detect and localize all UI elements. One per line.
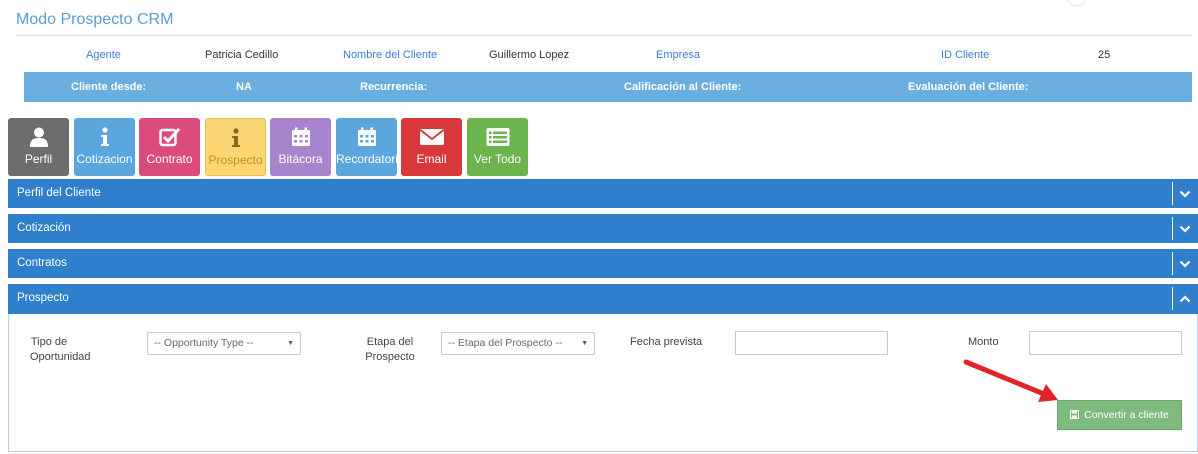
client-name-label: Nombre del Cliente [343,49,438,61]
accordion-title: Contratos [17,257,67,269]
accordion-perfil-del-cliente[interactable]: Perfil del Cliente [8,179,1198,208]
tile-recordatorio-label: Recordatorio [336,152,397,166]
tile-perfil-label: Perfil [24,152,53,166]
client-id-label: ID Cliente [941,49,990,61]
chevron-up-icon[interactable] [1179,293,1191,305]
tile-email-label: Email [416,152,447,166]
calendar-icon [336,126,397,148]
accordion-separator [1172,182,1173,205]
client-status-bar: Cliente desde: NA Recurrencia: Calificac… [24,72,1192,102]
annotation-arrow [963,359,1058,402]
amount-field[interactable] [1029,331,1182,355]
opportunity-type-selected: -- Opportunity Type -- [154,337,254,349]
save-icon [1070,410,1080,419]
caret-down-icon: ▼ [581,340,588,347]
agent-value: Patricia Cedillo [205,49,279,61]
tile-perfil[interactable]: Perfil [8,118,69,176]
convert-to-client-label: Convertir a cliente [1084,409,1169,421]
expected-date-field[interactable] [735,331,888,355]
agent-label: Agente [86,49,121,61]
tile-contrato[interactable]: Contrato [139,118,200,176]
info-icon [74,126,135,148]
company-label: Empresa [656,49,701,61]
chevron-down-icon[interactable] [1179,258,1191,270]
accordion-title: Prospecto [17,292,69,304]
rating-label: Calificación al Cliente: [624,81,742,93]
tile-ver-todo[interactable]: Ver Todo [467,118,528,176]
accordion-title: Perfil del Cliente [17,187,101,199]
expected-date-label: Fecha prevista [630,336,703,348]
tile-ver-todo-label: Ver Todo [473,152,522,166]
evaluation-label: Evaluación del Cliente: [908,81,1029,93]
envelope-icon [401,126,462,148]
opportunity-type-select[interactable]: -- Opportunity Type -- ▼ [147,332,301,355]
tile-cotizacion[interactable]: Cotizacion [74,118,135,176]
chevron-down-icon[interactable] [1179,188,1191,200]
corner-decoration [1068,0,1086,6]
accordion-title: Cotización [17,222,71,234]
checkbox-icon [139,126,200,148]
tile-bitacora-label: Bitácora [278,152,323,166]
tile-recordatorio[interactable]: Recordatorio [336,118,397,176]
accordion-contratos[interactable]: Contratos [8,249,1198,278]
client-name-value: Guillermo Lopez [489,49,570,61]
stage-selected: -- Etapa del Prospecto -- [448,337,563,349]
info-icon [206,127,265,149]
opportunity-type-label: Tipo de Oportunidad [30,336,91,363]
client-id-value: 25 [1098,49,1111,61]
accordion-cotizacion[interactable]: Cotización [8,214,1198,243]
client-since-label: Cliente desde: [71,81,147,93]
tile-bitacora[interactable]: Bitácora [270,118,331,176]
accordion-separator [1172,217,1173,240]
stage-label: Etapa del Prospecto [365,336,415,363]
caret-down-icon: ▼ [287,340,294,347]
accordion-prospecto[interactable]: Prospecto [8,284,1198,314]
tile-cotizacion-label: Cotizacion [76,152,133,166]
title-divider [16,35,1192,36]
calendar-icon [270,126,331,148]
tile-contrato-label: Contrato [146,152,193,166]
accordion-separator [1172,252,1173,275]
stage-select[interactable]: -- Etapa del Prospecto -- ▼ [441,332,595,355]
recurrence-label: Recurrencia: [360,81,428,93]
tile-prospecto-label: Prospecto [208,153,263,167]
convert-to-client-button[interactable]: Convertir a cliente [1057,400,1182,430]
tile-prospecto[interactable]: Prospecto [205,118,266,176]
page-title: Modo Prospecto CRM [16,11,174,28]
client-info-row: Agente Patricia Cedillo Nombre del Clien… [24,40,1192,72]
accordion-separator [1172,287,1173,310]
amount-label: Monto [968,336,999,348]
tile-email[interactable]: Email [401,118,462,176]
client-since-value: NA [236,81,252,93]
list-icon [467,126,528,148]
chevron-down-icon[interactable] [1179,223,1191,235]
user-icon [8,126,69,148]
